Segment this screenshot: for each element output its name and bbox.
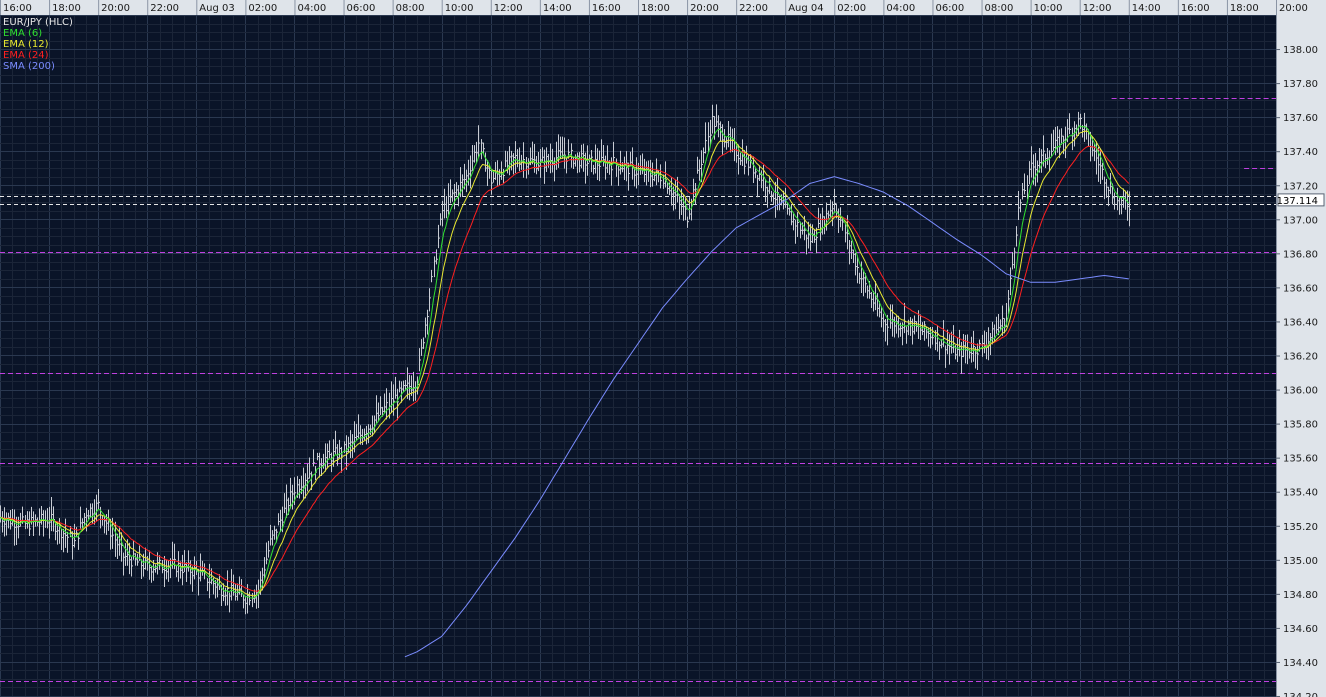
time-tick-label: 22:00: [150, 3, 179, 14]
time-tick-label: 18:00: [641, 3, 670, 14]
price-tick-label: 138.00: [1283, 45, 1318, 56]
price-tick-label: 136.80: [1283, 249, 1318, 260]
price-tick-label: 136.20: [1283, 352, 1318, 363]
time-tick-label: 18:00: [1230, 3, 1259, 14]
time-tick-label: 06:00: [347, 3, 376, 14]
price-tick-label: 135.60: [1283, 454, 1318, 465]
time-tick-label: 20:00: [101, 3, 130, 14]
time-tick-label: 12:00: [1083, 3, 1112, 14]
price-tick-label: 137.80: [1283, 79, 1318, 90]
time-tick-label: 20:00: [1279, 3, 1308, 14]
price-tick-label: 135.20: [1283, 522, 1318, 533]
time-tick-label: 04:00: [886, 3, 915, 14]
time-tick-label: 16:00: [3, 3, 32, 14]
price-tick-label: 134.60: [1283, 624, 1318, 635]
time-tick-label: Aug 03: [199, 3, 234, 14]
price-tick-label: 136.60: [1283, 283, 1318, 294]
price-tick-label: 134.20: [1283, 692, 1318, 697]
time-tick-label: 08:00: [396, 3, 425, 14]
time-tick-label: 22:00: [739, 3, 768, 14]
legend-entry: EMA (6): [3, 28, 42, 39]
price-chart[interactable]: 16:00 18:00 20:00 22:00 Aug 03 02:00 04:00 06:0…: [0, 0, 1326, 697]
time-tick-label: 08:00: [985, 3, 1014, 14]
time-tick-label: 18:00: [52, 3, 81, 14]
price-tick-label: 135.40: [1283, 488, 1318, 499]
price-tick-label: 137.40: [1283, 147, 1318, 158]
price-tick-label: 136.40: [1283, 317, 1318, 328]
chart-title: EUR/JPY (HLC): [3, 17, 73, 28]
time-tick-label: 14:00: [543, 3, 572, 14]
legend-entry: EMA (12): [3, 39, 49, 50]
price-tick-label: 137.60: [1283, 113, 1318, 124]
price-tick-label: 134.80: [1283, 590, 1318, 601]
time-tick-label: 12:00: [494, 3, 523, 14]
time-tick-label: 10:00: [445, 3, 474, 14]
last-price-label: 137.114: [1277, 196, 1318, 207]
legend-entry: EMA (24): [3, 50, 49, 61]
time-tick-label: 10:00: [1034, 3, 1063, 14]
time-tick-label: Aug 04: [788, 3, 823, 14]
price-tick-label: 136.00: [1283, 386, 1318, 397]
time-tick-label: 16:00: [1181, 3, 1210, 14]
chart-window: 16:00 18:00 20:00 22:00 Aug 03 02:00 04:00 06:0…: [0, 0, 1326, 697]
price-tick-label: 137.20: [1283, 181, 1318, 192]
price-tick-label: 135.00: [1283, 556, 1318, 567]
time-tick-label: 02:00: [837, 3, 866, 14]
legend-entry: SMA (200): [3, 61, 55, 72]
time-tick-label: 16:00: [592, 3, 621, 14]
price-tick-label: 134.40: [1283, 658, 1318, 669]
time-tick-label: 14:00: [1132, 3, 1161, 14]
time-tick-label: 06:00: [935, 3, 964, 14]
time-tick-label: 02:00: [248, 3, 277, 14]
time-axis: 16:00 18:00 20:00 22:00 Aug 03 02:00 04:00 06:0…: [0, 0, 1326, 15]
time-tick-label: 20:00: [690, 3, 719, 14]
price-tick-label: 135.80: [1283, 420, 1318, 431]
price-axis: 134.20 134.40 134.60 134.80 135.00 135.20 135.…: [1276, 15, 1326, 697]
price-tick-label: 137.00: [1283, 215, 1318, 226]
time-tick-label: 04:00: [297, 3, 326, 14]
